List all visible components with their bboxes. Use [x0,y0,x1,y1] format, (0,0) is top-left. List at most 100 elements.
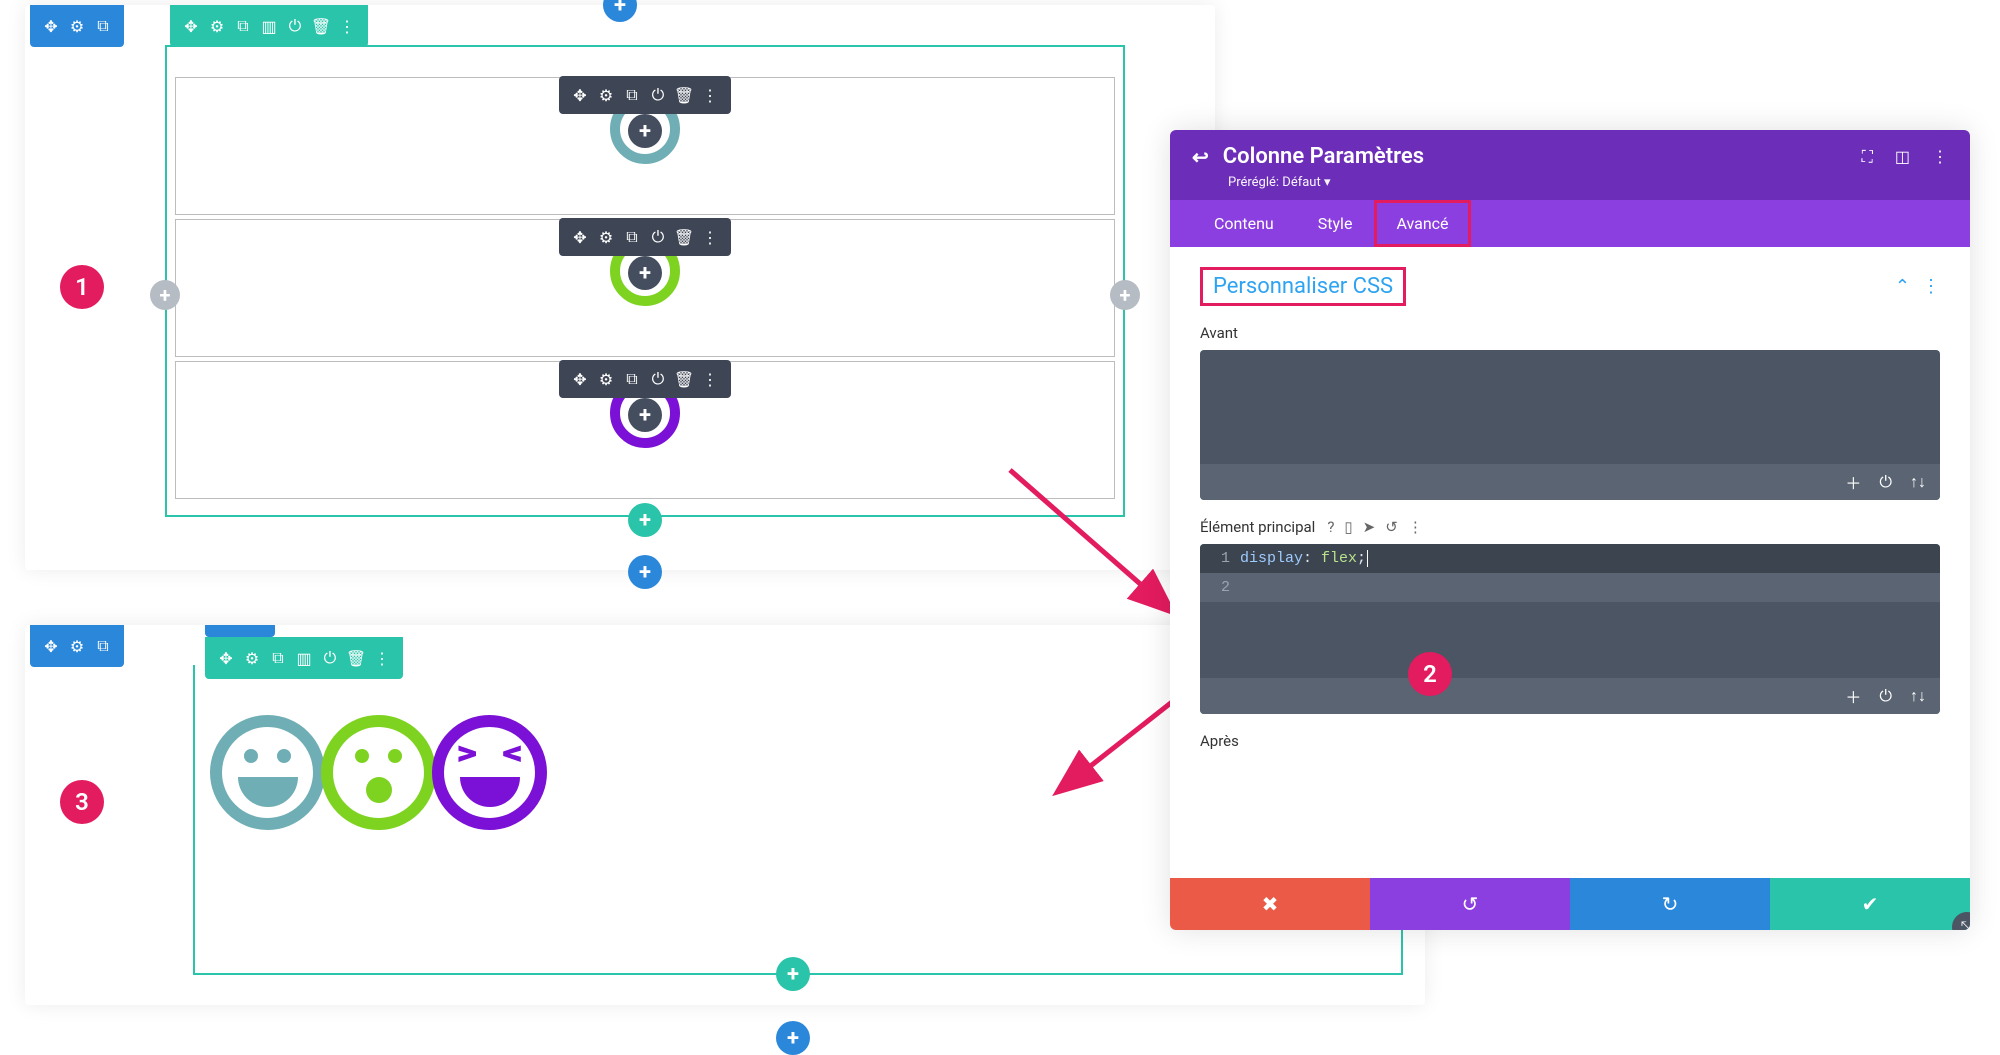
redo-button[interactable]: ↻ [1570,878,1770,930]
mobile-icon[interactable]: ▯ [1344,518,1352,536]
css-before-input[interactable]: ＋ ⏻ ↑↓ [1200,350,1940,500]
emoji-surprised-icon [321,715,436,830]
trash-icon[interactable]: 🗑 [671,82,697,108]
css-main-input[interactable]: 1display: flex; 2 ＋ ⏻ ↑↓ [1200,544,1940,714]
module-row[interactable]: ✥ ⚙ ⧉ ⏻ 🗑 ⋮ + [175,77,1115,215]
duplicate-icon[interactable]: ⧉ [92,15,114,37]
columns-icon[interactable]: ▥ [258,15,280,37]
add-section-button[interactable]: + [776,1021,810,1055]
plus-icon: + [160,283,171,307]
plus-icon: + [639,261,651,286]
move-icon[interactable]: ✥ [40,15,62,37]
save-button[interactable]: ✔ [1770,878,1970,930]
power-icon[interactable]: ⏻ [284,15,306,37]
module-row[interactable]: ✥ ⚙ ⧉ ⏻ 🗑 ⋮ + [175,361,1115,499]
power-icon[interactable]: ⏻ [319,647,341,669]
custom-css-heading[interactable]: Personnaliser CSS [1200,267,1406,306]
power-icon[interactable]: ⏻ [1879,472,1892,492]
tab-style[interactable]: Style [1296,200,1375,247]
back-icon[interactable]: ↩ [1192,145,1209,169]
chevron-down-icon: ▾ [1324,175,1331,190]
trash-icon[interactable]: 🗑 [671,366,697,392]
add-section-top-button[interactable]: + [603,0,637,22]
add-section-button[interactable]: + [628,555,662,589]
columns-icon[interactable]: ▥ [293,647,315,669]
power-icon[interactable]: ⏻ [645,366,671,392]
add-column-left-button[interactable]: + [150,280,180,310]
column-outline[interactable]: ✥ ⚙ ⧉ ⏻ 🗑 ⋮ + ✥ ⚙ ⧉ ⏻ 🗑 ⋮ + [165,45,1125,517]
annotation-step-2: 2 [1408,652,1452,696]
gear-icon[interactable]: ⚙ [241,647,263,669]
cancel-button[interactable]: ✖ [1170,878,1370,930]
plus-icon: + [1120,283,1131,307]
power-icon[interactable]: ⏻ [645,82,671,108]
trash-icon[interactable]: 🗑 [310,15,332,37]
more-icon[interactable]: ⋮ [697,366,723,392]
move-icon[interactable]: ✥ [567,82,593,108]
more-icon[interactable]: ⋮ [1922,276,1940,297]
plus-icon: + [787,962,799,987]
preset-dropdown[interactable]: Préréglé: Défaut ▾ [1228,175,1948,190]
settings-body: Personnaliser CSS ⌃ ⋮ Avant ＋ ⏻ ↑↓ Éléme… [1170,247,1970,807]
duplicate-icon[interactable]: ⧉ [619,366,645,392]
move-icon[interactable]: ✥ [180,15,202,37]
power-icon[interactable]: ⏻ [1879,686,1892,706]
row-toolbar: ✥ ⚙ ⧉ ▥ ⏻ 🗑 ⋮ [205,637,403,679]
duplicate-icon[interactable]: ⧉ [267,647,289,669]
help-icon[interactable]: ? [1327,518,1334,536]
code-toolbar: ＋ ⏻ ↑↓ [1200,464,1940,500]
fullscreen-icon[interactable]: ⛶ [1862,147,1873,167]
move-icon[interactable]: ✥ [40,635,62,657]
gear-icon[interactable]: ⚙ [66,635,88,657]
gear-icon[interactable]: ⚙ [593,224,619,250]
module-row[interactable]: ✥ ⚙ ⧉ ⏻ 🗑 ⋮ + [175,219,1115,357]
gear-icon[interactable]: ⚙ [593,366,619,392]
move-icon[interactable]: ✥ [567,366,593,392]
more-icon[interactable]: ⋮ [1408,518,1423,536]
add-row-button[interactable]: + [628,503,662,537]
more-icon[interactable]: ⋮ [371,647,393,669]
more-icon[interactable]: ⋮ [1932,147,1948,167]
plus-icon: + [639,119,651,144]
section-tab [205,625,275,637]
duplicate-icon[interactable]: ⧉ [92,635,114,657]
plus-icon: + [639,403,651,428]
collapse-icon[interactable]: ⌃ [1895,276,1910,297]
add-module-button[interactable]: + [628,256,662,290]
code-toolbar: ＋ ⏻ ↑↓ [1200,678,1940,714]
layout-icon[interactable]: ◫ [1895,147,1910,167]
duplicate-icon[interactable]: ⧉ [619,224,645,250]
add-module-button[interactable]: + [628,114,662,148]
gear-icon[interactable]: ⚙ [593,82,619,108]
tab-advanced[interactable]: Avancé [1374,200,1470,247]
add-column-right-button[interactable]: + [1110,280,1140,310]
sort-icon[interactable]: ↑↓ [1910,686,1926,706]
tab-content[interactable]: Contenu [1192,200,1296,247]
plus-icon: + [614,0,626,18]
sort-icon[interactable]: ↑↓ [1910,472,1926,492]
gear-icon[interactable]: ⚙ [66,15,88,37]
move-icon[interactable]: ✥ [215,647,237,669]
undo-icon[interactable]: ↺ [1385,518,1398,536]
add-module-button[interactable]: + [628,398,662,432]
duplicate-icon[interactable]: ⧉ [619,82,645,108]
undo-button[interactable]: ↺ [1370,878,1570,930]
move-icon[interactable]: ✥ [567,224,593,250]
before-label: Avant [1200,324,1940,342]
more-icon[interactable]: ⋮ [697,224,723,250]
plus-icon: + [639,560,651,585]
more-icon[interactable]: ⋮ [697,82,723,108]
settings-title: Colonne Paramètres [1223,144,1424,169]
plus-icon[interactable]: ＋ [1845,684,1861,708]
duplicate-icon[interactable]: ⧉ [232,15,254,37]
gear-icon[interactable]: ⚙ [206,15,228,37]
cursor-icon[interactable]: ➤ [1363,518,1376,536]
add-row-button[interactable]: + [776,957,810,991]
main-element-label: Élément principal ? ▯ ➤ ↺ ⋮ [1200,518,1940,536]
power-icon[interactable]: ⏻ [645,224,671,250]
plus-icon[interactable]: ＋ [1845,470,1861,494]
step-number: 2 [1423,660,1437,688]
more-icon[interactable]: ⋮ [336,15,358,37]
trash-icon[interactable]: 🗑 [671,224,697,250]
trash-icon[interactable]: 🗑 [345,647,367,669]
